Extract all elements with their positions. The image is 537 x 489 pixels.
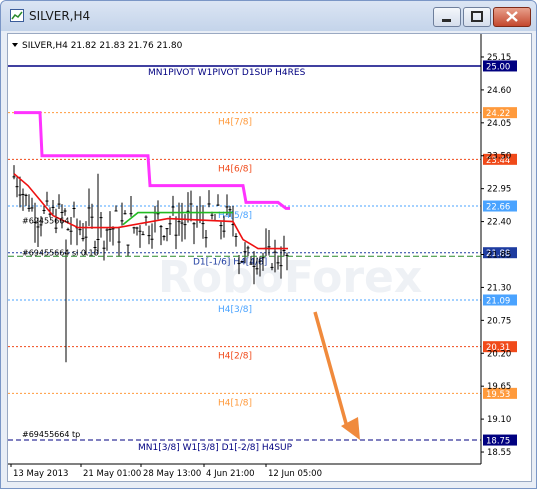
close-icon — [506, 11, 518, 22]
order-tp-label: #69455664 tp — [22, 430, 80, 439]
collapse-triangle-icon[interactable] — [12, 43, 18, 47]
symbol-header: SILVER,H4 21.82 21.83 21.76 21.80 — [22, 41, 183, 51]
x-tick-label: 28 May 13:00 — [143, 469, 201, 479]
price-tag-text-8: 18.75 — [486, 437, 510, 447]
order-sl-label: #69455664 sl 0.10 — [22, 249, 99, 258]
y-tick-label: 24.60 — [487, 86, 511, 96]
y-tick-label: 19.10 — [487, 415, 511, 425]
x-tick-label: 12 Jun 05:00 — [268, 469, 322, 479]
level-label-0: MN1PIVOT W1PIVOT D1SUP H4RES — [148, 68, 306, 78]
forecast-arrow-line — [313, 311, 349, 428]
chart-window: SILVER,H4 RoboForex MN1PIVOT W1PIVOT D1S… — [0, 0, 537, 489]
y-tick-label: 25.15 — [487, 53, 511, 63]
level-label-2: H4[6/8] — [218, 164, 252, 174]
level-label-8: MN1[3/8] W1[3/8] D1[-2/8] H4SUP — [138, 443, 293, 453]
price-chart[interactable]: RoboForex MN1PIVOT W1PIVOT D1SUP H4RES H4… — [7, 33, 532, 482]
chart-app-icon — [10, 9, 24, 22]
level-label-5: H4[3/8] — [218, 305, 252, 315]
close-button[interactable] — [493, 7, 531, 27]
y-tick-label: 21.85 — [487, 251, 511, 261]
y-tick-label: 19.65 — [487, 382, 511, 392]
y-tick-label: 22.40 — [487, 218, 511, 228]
order-label: #69455664 — [22, 216, 69, 225]
x-tick-label: 4 Jun 21:00 — [206, 469, 255, 479]
level-label-1: H4[7/8] — [218, 118, 252, 128]
price-tag-text-3: 22.66 — [486, 203, 510, 213]
restore-icon — [471, 11, 483, 22]
y-tick-label: 20.20 — [487, 349, 511, 359]
x-tick-label: 21 May 01:00 — [83, 469, 141, 479]
price-tag-text-0: 25.00 — [486, 62, 510, 72]
y-tick-label: 18.55 — [487, 448, 511, 458]
title-bar[interactable]: SILVER,H4 — [1, 1, 536, 31]
price-tag-text-5: 21.09 — [486, 296, 510, 306]
y-tick-label: 20.75 — [487, 316, 511, 326]
y-tick-label: 23.50 — [487, 152, 511, 162]
y-tick-label: 22.95 — [487, 185, 511, 195]
level-label-7: H4[1/8] — [218, 398, 252, 408]
restore-button[interactable] — [463, 7, 491, 27]
chart-canvas[interactable]: RoboForex MN1PIVOT W1PIVOT D1SUP H4RESH4… — [8, 34, 531, 481]
price-tag-text-1: 24.22 — [486, 109, 510, 119]
x-tick-label: 13 May 2013 — [13, 469, 68, 479]
level-label-4: D1[-1/6] H4[4/8] — [193, 258, 267, 268]
level-label-6: H4[2/8] — [218, 352, 252, 362]
minimize-icon — [442, 19, 451, 22]
window-title: SILVER,H4 — [29, 9, 91, 23]
minimize-button[interactable] — [433, 7, 461, 27]
y-tick-label: 24.05 — [487, 119, 511, 129]
y-tick-label: 21.30 — [487, 283, 511, 293]
